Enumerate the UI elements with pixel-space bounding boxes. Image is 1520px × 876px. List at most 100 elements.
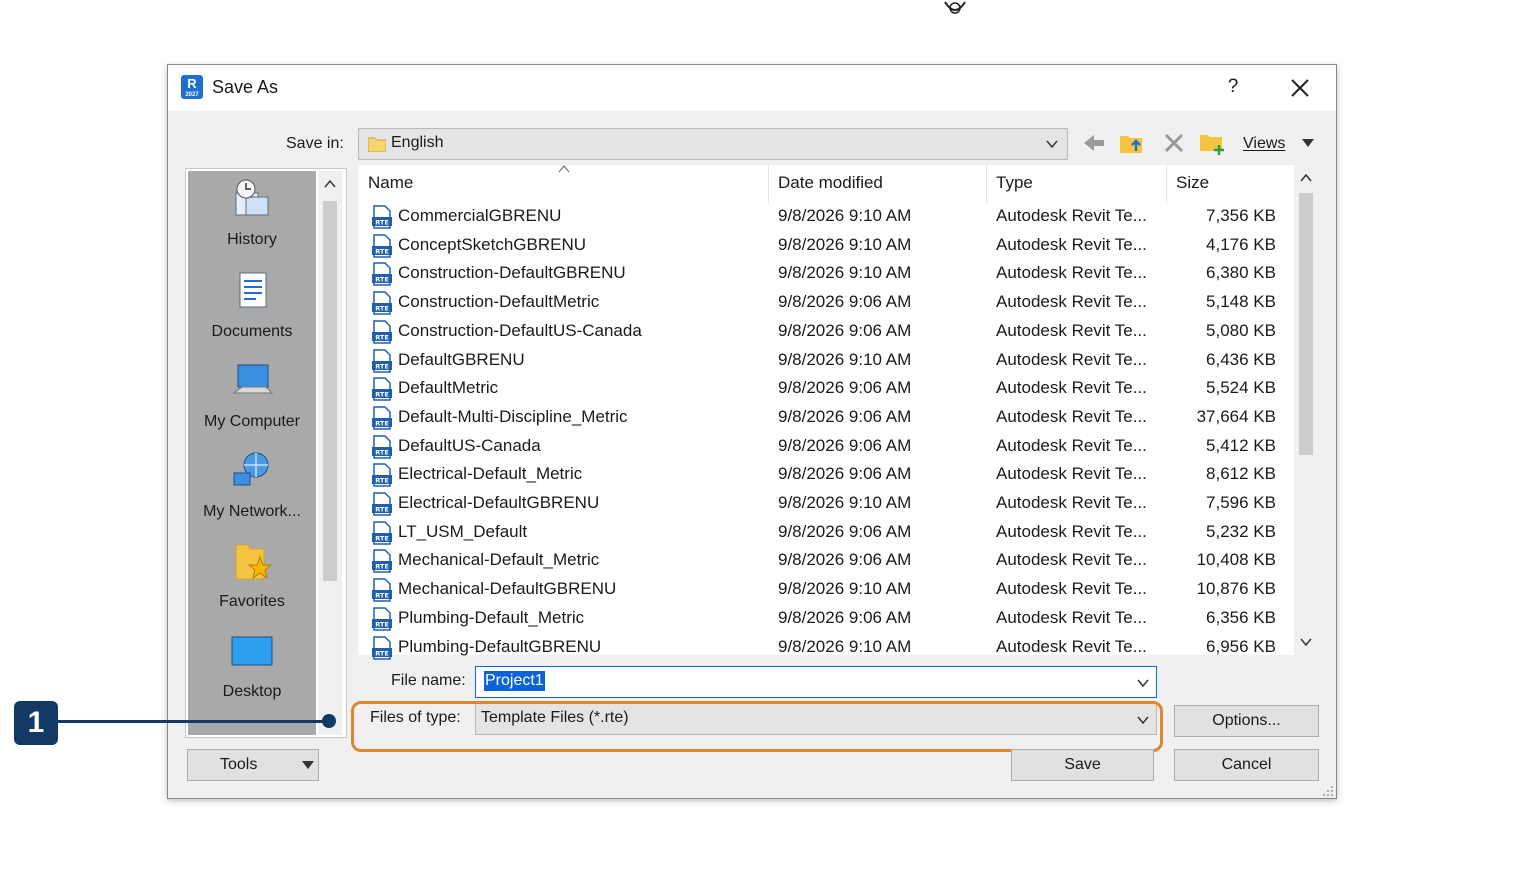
file-type-highlight — [351, 701, 1163, 752]
back-arrow-icon[interactable] — [1080, 129, 1108, 157]
places-scroll-thumb[interactable] — [323, 201, 337, 581]
file-size-cell: 7,596 KB — [1206, 493, 1276, 512]
file-type-cell: Autodesk Revit Te... — [996, 435, 1147, 455]
column-header-size[interactable]: Size — [1176, 173, 1209, 193]
places-list: History Documents My Computer My Network… — [188, 171, 316, 735]
file-row[interactable]: RTE Construction-DefaultUS-Canada 9/8/2026… — [358, 317, 1288, 345]
place-my-computer[interactable]: My Computer — [188, 353, 316, 443]
file-row[interactable]: RTE Electrical-DefaultGBRENU 9/8/2026 9:10… — [358, 489, 1288, 517]
file-date-cell: 9/8/2026 9:06 AM — [778, 406, 912, 426]
resize-grip-icon[interactable] — [1320, 783, 1334, 797]
file-type-cell: Autodesk Revit Te... — [996, 636, 1147, 656]
svg-text:RTE: RTE — [375, 649, 389, 657]
file-date-cell: 9/8/2026 9:10 AM — [778, 234, 912, 254]
file-row[interactable]: RTE LT_USM_Default 9/8/2026 9:06 AM Autodes… — [358, 518, 1288, 546]
history-icon — [235, 179, 269, 216]
column-header-name[interactable]: Name — [368, 173, 413, 193]
views-dropdown-icon[interactable] — [1302, 139, 1314, 147]
help-button[interactable]: ? — [1220, 73, 1246, 101]
file-date-cell: 9/8/2026 9:10 AM — [778, 206, 912, 225]
column-divider[interactable] — [1166, 165, 1167, 203]
title-bar: R 2027 Save As ? — [168, 65, 1336, 111]
close-icon[interactable] — [1285, 73, 1315, 103]
options-button[interactable]: Options... — [1174, 705, 1319, 737]
file-row[interactable]: RTE DefaultGBRENU 9/8/2026 9:10 AM Autodesk… — [358, 346, 1288, 374]
sort-ascending-icon — [558, 165, 570, 173]
scroll-up-icon[interactable] — [324, 179, 336, 189]
rte-file-icon: RTE — [372, 520, 392, 545]
file-row[interactable]: RTE Construction-DefaultMetric 9/8/2026 9:… — [358, 288, 1288, 316]
places-scrollbar[interactable] — [318, 171, 342, 735]
file-name-cell: Electrical-Default_Metric — [398, 464, 583, 484]
folder-icon — [368, 137, 386, 152]
column-header-date[interactable]: Date modified — [778, 173, 883, 193]
file-name-cell: Plumbing-Default_Metric — [398, 607, 585, 627]
file-size-cell: 10,876 KB — [1196, 579, 1276, 599]
file-size-cell: 5,080 KB — [1206, 320, 1276, 340]
file-row[interactable]: RTE DefaultUS-Canada 9/8/2026 9:06 AM Autod… — [358, 432, 1288, 460]
scroll-down-icon[interactable] — [1300, 637, 1312, 647]
save-in-dropdown[interactable]: English — [358, 128, 1068, 160]
rte-file-icon: RTE — [372, 291, 392, 315]
save-button[interactable]: Save — [1011, 749, 1154, 781]
column-divider[interactable] — [986, 165, 987, 203]
file-row[interactable]: RTE Mechanical-Default_Metric 9/8/2026 9:0… — [358, 546, 1288, 574]
svg-text:RTE: RTE — [375, 534, 389, 542]
chevron-down-icon[interactable] — [1045, 137, 1059, 151]
file-row[interactable]: RTE ConceptSketchGBRENU 9/8/2026 9:10 AM Au… — [358, 231, 1288, 259]
file-size-cell: 4,176 KB — [1206, 234, 1276, 254]
file-name-cell: Electrical-DefaultGBRENU — [398, 493, 600, 512]
file-type-cell: Autodesk Revit Te... — [996, 320, 1147, 340]
place-my-network[interactable]: My Network... — [188, 443, 316, 533]
place-history[interactable]: History — [188, 171, 316, 261]
file-type-cell: Autodesk Revit Te... — [996, 234, 1147, 254]
favorites-icon — [235, 544, 273, 580]
revit-app-icon: R 2027 — [181, 75, 203, 99]
file-name-cell: DefaultUS-Canada — [398, 435, 541, 455]
file-row[interactable]: RTE Electrical-Default_Metric 9/8/2026 9:0… — [358, 460, 1288, 488]
chevron-down-icon[interactable] — [1136, 676, 1150, 690]
file-size-cell: 6,956 KB — [1206, 636, 1276, 656]
file-list-scroll-thumb[interactable] — [1299, 193, 1313, 455]
file-row[interactable]: RTE Default-Multi-Discipline_Metric 9/8/20… — [358, 403, 1288, 431]
file-list-scrollbar[interactable] — [1294, 165, 1318, 655]
file-row[interactable]: RTE Construction-DefaultGBRENU 9/8/2026 9:… — [358, 259, 1288, 287]
scroll-up-icon[interactable] — [1300, 173, 1312, 183]
file-row[interactable]: RTE Plumbing-Default_Metric 9/8/2026 9:06 … — [358, 604, 1288, 632]
file-date-cell: 9/8/2026 9:06 AM — [778, 378, 912, 398]
tools-button[interactable]: Tools — [187, 749, 319, 781]
place-favorites[interactable]: Favorites — [188, 533, 316, 623]
new-folder-icon[interactable] — [1198, 129, 1226, 157]
network-icon — [233, 452, 269, 486]
column-divider[interactable] — [768, 165, 769, 203]
file-type-cell: Autodesk Revit Te... — [996, 493, 1147, 512]
file-row[interactable]: RTE Mechanical-DefaultGBRENU 9/8/2026 9:10… — [358, 575, 1288, 603]
file-name-value[interactable]: Project1 — [484, 671, 545, 691]
callout-number-badge: 1 — [14, 701, 58, 745]
place-desktop[interactable]: Desktop — [188, 623, 316, 713]
place-documents[interactable]: Documents — [188, 263, 316, 353]
file-row[interactable]: RTE Plumbing-DefaultGBRENU 9/8/2026 9:10 A… — [358, 633, 1288, 661]
file-type-cell: Autodesk Revit Te... — [996, 263, 1147, 283]
file-row[interactable]: RTE DefaultMetric 9/8/2026 9:06 AM Autodesk… — [358, 374, 1288, 402]
svg-text:RTE: RTE — [375, 362, 389, 370]
delete-icon[interactable] — [1160, 129, 1188, 157]
file-type-cell: Autodesk Revit Te... — [996, 406, 1147, 426]
file-size-cell: 37,664 KB — [1196, 406, 1276, 426]
up-folder-icon[interactable] — [1118, 129, 1146, 157]
file-date-cell: 9/8/2026 9:06 AM — [778, 435, 912, 455]
file-type-cell: Autodesk Revit Te... — [996, 378, 1147, 398]
computer-icon — [232, 364, 274, 394]
tools-label: Tools — [220, 756, 258, 773]
file-type-cell: Autodesk Revit Te... — [996, 349, 1147, 369]
rte-file-icon: RTE — [372, 492, 392, 516]
rte-file-icon: RTE — [372, 434, 392, 459]
column-header-type[interactable]: Type — [996, 173, 1033, 193]
cancel-button[interactable]: Cancel — [1174, 749, 1319, 781]
file-row[interactable]: RTE CommercialGBRENU 9/8/2026 9:10 AM Autod… — [358, 202, 1288, 230]
tools-dropdown-icon[interactable] — [302, 761, 314, 769]
file-list: Name Date modified Type Size RTE Commerci… — [358, 165, 1318, 660]
views-menu[interactable]: Views — [1243, 135, 1285, 153]
rte-file-icon: RTE — [372, 262, 392, 287]
file-name-input[interactable]: Project1 — [475, 666, 1157, 698]
